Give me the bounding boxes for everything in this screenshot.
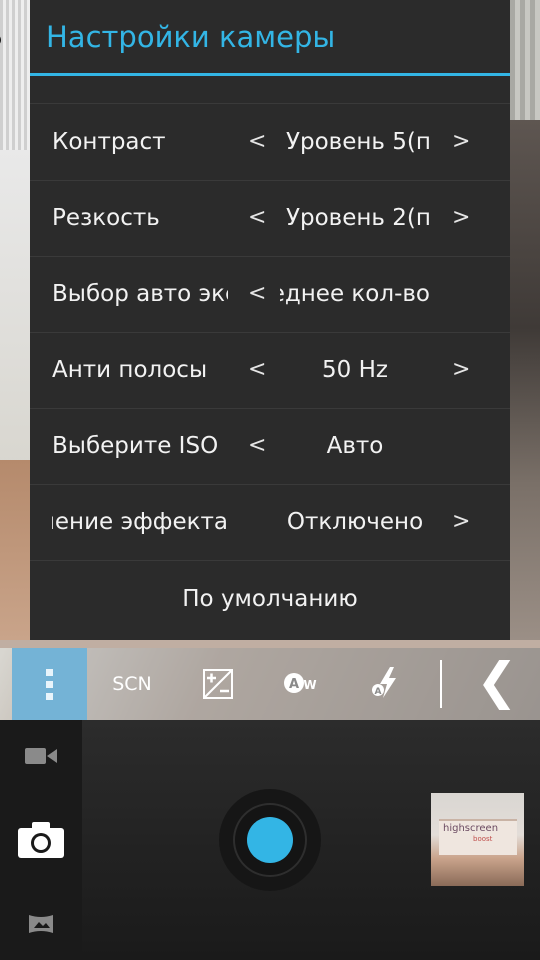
mode-switcher [0,720,82,960]
arrow-left-icon[interactable]: < [248,408,266,484]
dialog-title: Настройки камеры [46,20,336,54]
thumbnail-sub-text: boost [473,835,493,843]
thumbnail-brand-text: highscreen [443,823,499,834]
setting-value: 50 Hz [322,357,388,383]
exposure-compensation-icon[interactable] [198,648,238,720]
setting-value: Уровень 2(по умолчанию) [286,205,430,231]
auto-mode-indicator-icon: A [0,34,1,46]
vertical-dots-icon [46,669,53,676]
camera-settings-dialog: Контраст < Уровень 5(по умолчанию) > Рез… [30,0,510,640]
viewfinder-scene [0,640,540,648]
arrow-left-icon[interactable]: < [248,256,266,332]
vertical-dots-icon [46,693,53,700]
arrow-right-icon[interactable]: > [452,484,470,560]
arrow-right-icon[interactable]: > [452,180,470,256]
title-divider [30,73,510,76]
arrow-right-icon[interactable]: > [452,104,470,180]
setting-label: Выбор авто экспозиции [52,281,228,307]
scene-mode-button[interactable]: SCN [102,648,162,720]
setting-label: Выберите ISO [52,433,219,459]
arrow-left-icon[interactable]: < [248,180,266,256]
restore-defaults-button[interactable]: По умолчанию [30,560,510,640]
toolbar-divider [440,660,442,708]
shutter-button[interactable] [219,789,321,891]
arrow-left-icon[interactable]: < [248,332,266,408]
camera-toolbar: SCN A W A ❮ [12,648,540,720]
svg-text:A: A [375,687,382,697]
viewfinder-scene [0,150,30,470]
setting-label: Анти полосы [52,357,208,383]
settings-row-partial[interactable] [30,76,510,104]
settings-row-save-effect[interactable]: Сохранение эффекта Отключено > [30,484,510,561]
svg-text:W: W [303,678,316,692]
viewfinder-scene [510,0,540,120]
settings-row-sharpness[interactable]: Резкость < Уровень 2(по умолчанию) > [30,180,510,257]
vertical-dots-icon [46,681,53,688]
settings-row-iso[interactable]: Выберите ISO < Авто [30,408,510,485]
settings-row-auto-exposure[interactable]: Выбор авто экспозиции < Среднее кол-во [30,256,510,333]
arrow-left-icon[interactable]: < [248,104,266,180]
auto-flash-icon[interactable]: A [364,648,408,720]
setting-label: Контраст [52,129,166,155]
video-camera-icon[interactable] [25,746,57,770]
setting-value: Уровень 5(по умолчанию) [286,129,430,155]
arrow-right-icon[interactable]: > [452,332,470,408]
settings-menu-button[interactable] [12,648,87,720]
settings-row-contrast[interactable]: Контраст < Уровень 5(по умолчанию) > [30,104,510,181]
panorama-icon[interactable] [28,913,54,939]
setting-label: Резкость [52,205,160,231]
setting-label: Сохранение эффекта [52,509,228,535]
camera-controls: highscreen boost [0,720,540,960]
setting-value: Авто [326,433,384,459]
setting-value: Отключено [286,509,424,535]
viewfinder-scene [0,460,30,640]
settings-row-anti-banding[interactable]: Анти полосы < 50 Hz > [30,332,510,409]
viewfinder-scene [510,120,540,640]
shutter-button-core [247,817,293,863]
setting-value: Среднее кол-во [280,281,430,307]
last-photo-thumbnail[interactable]: highscreen boost [431,793,524,886]
svg-text:A: A [289,677,299,692]
collapse-chevron-icon[interactable]: ❮ [472,648,522,720]
auto-white-balance-icon[interactable]: A W [280,648,324,720]
photo-camera-icon[interactable] [18,822,64,862]
